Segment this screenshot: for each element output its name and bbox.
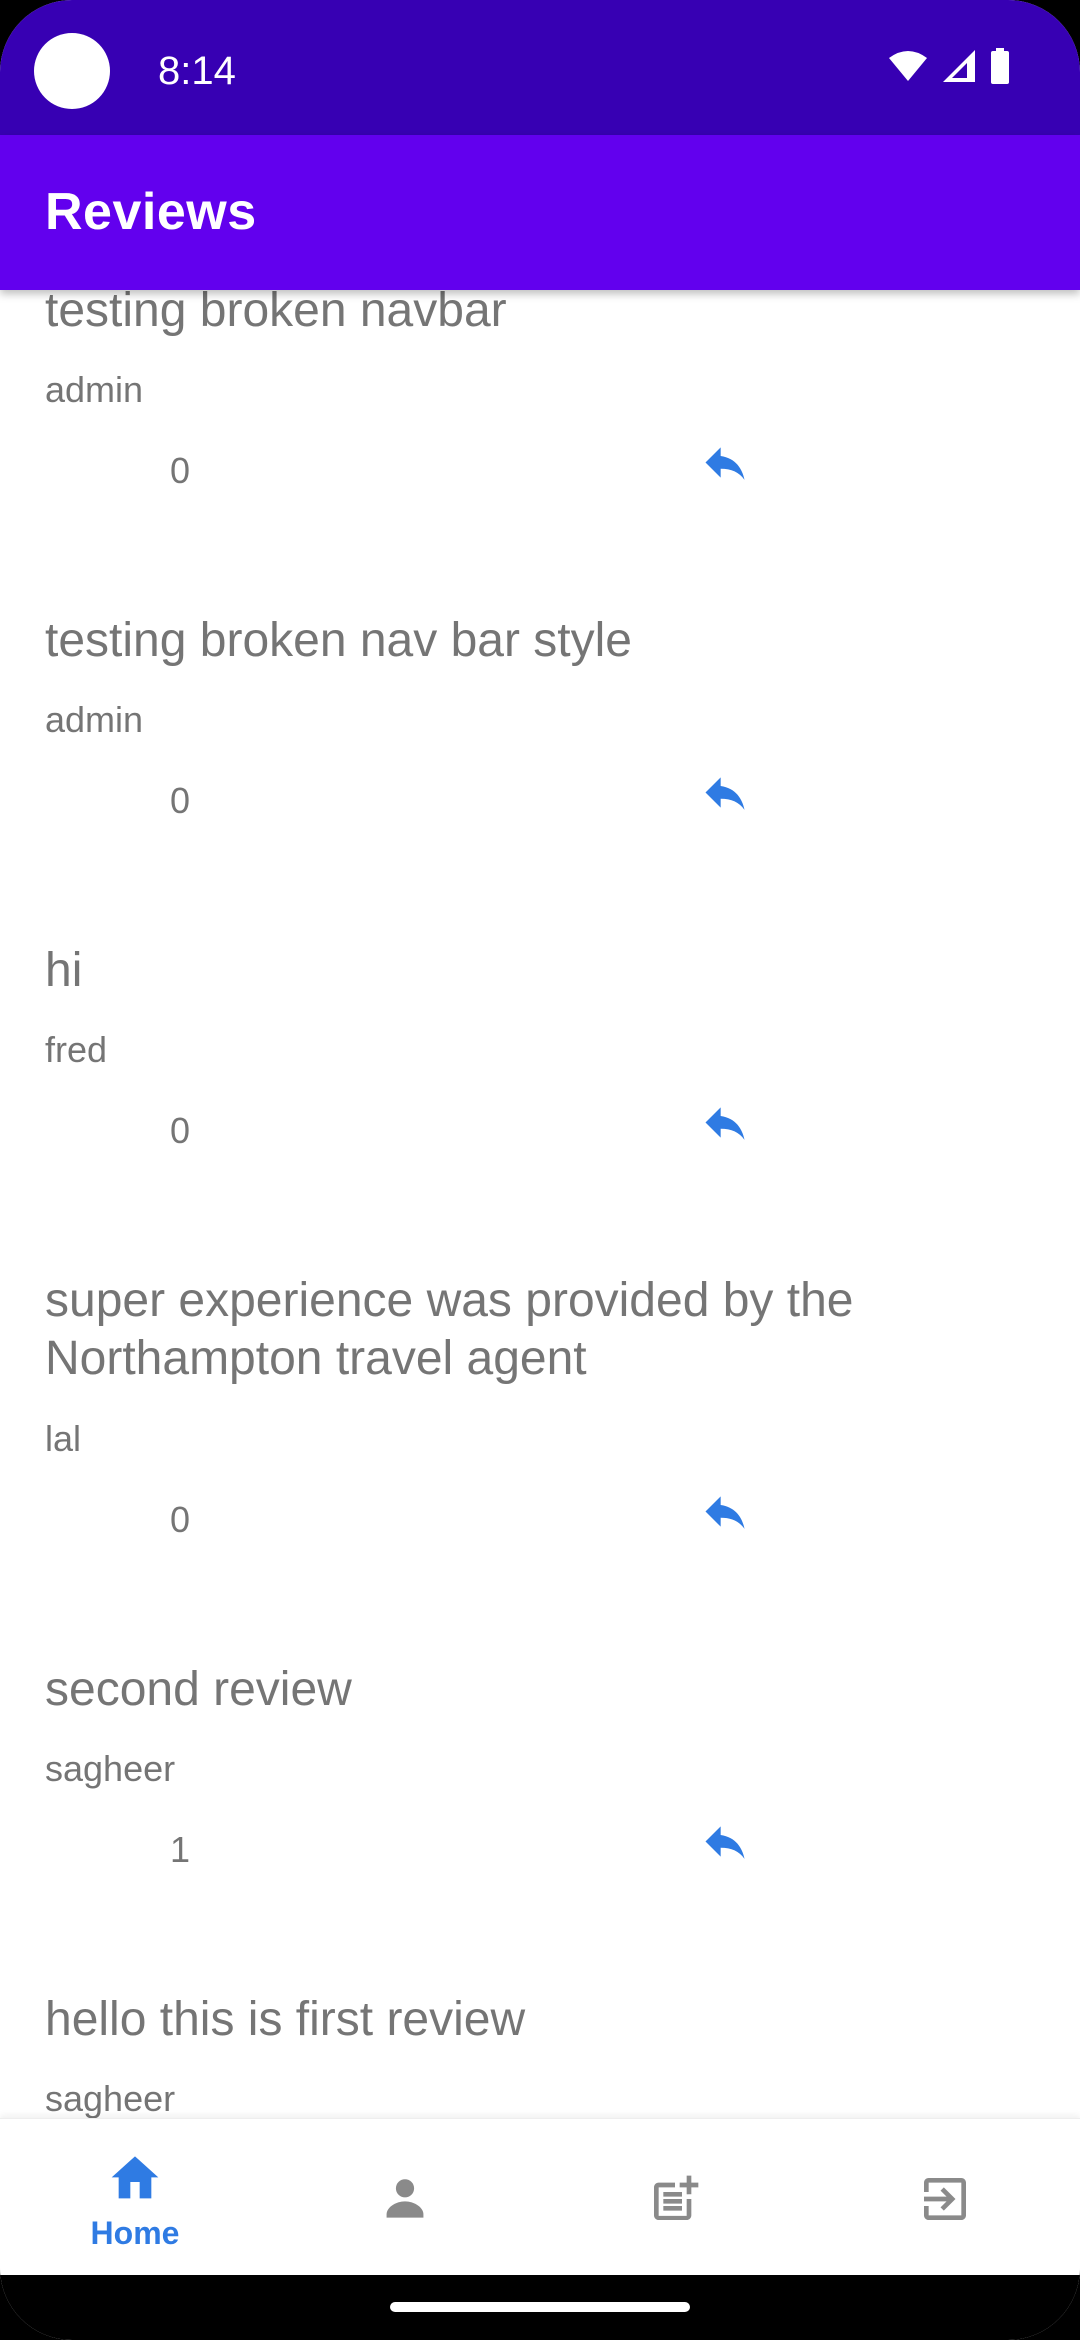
reply-icon xyxy=(699,1825,751,1875)
review-list[interactable]: testing broken navbar admin 0 testing br… xyxy=(0,290,1080,2118)
review-item[interactable]: super experience was provided by the Nor… xyxy=(0,1272,1080,1662)
reply-button[interactable] xyxy=(690,1815,760,1885)
gesture-area xyxy=(0,2274,1080,2340)
review-item[interactable]: hi fred 0 xyxy=(0,942,1080,1272)
bottom-nav: Home xyxy=(0,2118,1080,2275)
page-title: Reviews xyxy=(45,183,257,241)
reply-icon xyxy=(699,1106,751,1156)
home-icon xyxy=(107,2149,163,2206)
review-author: admin xyxy=(45,369,144,410)
review-count: 0 xyxy=(169,1110,191,1151)
post-add-icon xyxy=(647,2171,703,2232)
person-icon xyxy=(379,2171,431,2228)
reply-button[interactable] xyxy=(690,766,760,836)
review-author: sagheer xyxy=(45,1748,176,1789)
review-count: 0 xyxy=(169,1499,191,1540)
review-title: hello this is first review xyxy=(45,1993,526,2046)
review-title: hi xyxy=(45,944,83,997)
review-title: testing broken navbar xyxy=(45,290,507,337)
review-author: lal xyxy=(45,1418,82,1459)
battery-icon xyxy=(990,48,1010,84)
reply-button[interactable] xyxy=(690,436,760,506)
status-time: 8:14 xyxy=(158,49,236,93)
status-bar: 8:14 xyxy=(0,0,1080,135)
reply-icon xyxy=(699,776,751,826)
home-indicator[interactable] xyxy=(390,2302,690,2312)
nav-item-logout[interactable] xyxy=(810,2119,1080,2275)
review-title: super experience was provided by the Nor… xyxy=(45,1274,854,1385)
nav-item-home[interactable]: Home xyxy=(0,2119,270,2275)
reply-icon xyxy=(699,446,751,496)
reply-icon xyxy=(699,1495,751,1545)
app-bar: Reviews xyxy=(0,135,1080,290)
review-author: sagheer xyxy=(45,2078,176,2118)
reply-button[interactable] xyxy=(690,1096,760,1166)
nav-item-add-review[interactable] xyxy=(540,2119,810,2275)
status-icons xyxy=(888,48,1010,84)
nav-item-profile[interactable] xyxy=(270,2119,540,2275)
review-count: 1 xyxy=(169,1829,191,1870)
review-item[interactable]: second review sagheer 1 xyxy=(0,1661,1080,1991)
logout-icon xyxy=(917,2171,973,2232)
reply-button[interactable] xyxy=(690,1485,760,1555)
review-title: second review xyxy=(45,1663,352,1716)
camera-cutout xyxy=(34,33,110,109)
nav-label-home: Home xyxy=(90,2215,180,2251)
cell-signal-icon xyxy=(942,49,976,83)
review-author: admin xyxy=(45,699,144,740)
review-title: testing broken nav bar style xyxy=(45,614,632,667)
review-item[interactable]: hello this is first review sagheer xyxy=(0,1991,1080,2118)
review-count: 0 xyxy=(169,450,191,491)
wifi-icon xyxy=(888,50,928,82)
review-author: fred xyxy=(45,1029,108,1070)
review-count: 0 xyxy=(169,780,191,821)
review-item[interactable]: testing broken navbar admin 0 xyxy=(0,290,1080,612)
review-item[interactable]: testing broken nav bar style admin 0 xyxy=(0,612,1080,942)
screen: 8:14 Reviews testing broken navbar admin… xyxy=(0,0,1080,2340)
